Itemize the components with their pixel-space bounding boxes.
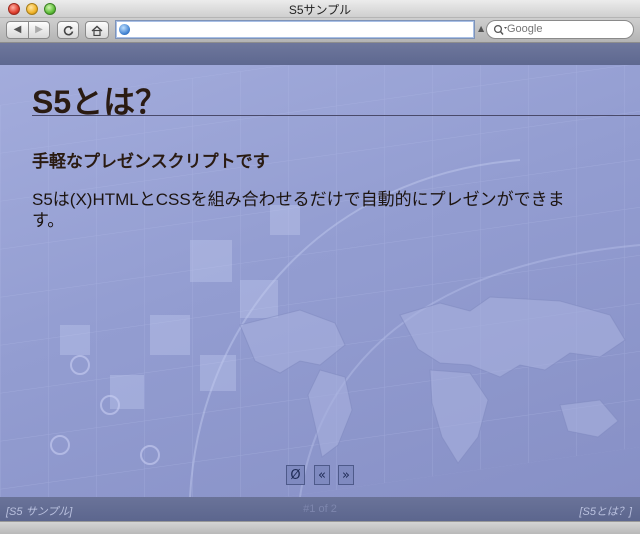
browser-toolbar: ◀ ▶ ▲ [0,18,640,43]
search-icon[interactable] [493,24,507,36]
forward-button[interactable]: ▶ [28,21,50,39]
home-button[interactable] [85,21,109,39]
slide-header-band [0,43,640,65]
title-divider [32,115,640,116]
home-icon [91,25,103,36]
search-field[interactable] [486,20,634,39]
reload-button[interactable] [57,21,79,39]
slide-footer: [S5 サンプル] #1 of 2 [S5とは？] [0,497,640,521]
next-slide-button[interactable]: » [338,465,354,485]
slide-body-text: S5は(X)HTMLとCSSを組み合わせるだけで自動的にプレゼンができます。 [32,190,565,230]
slide-title: S5とは？ [32,84,168,120]
slide: S5とは？ 手軽なプレゼンスクリプトです S5は(X)HTMLとCSSを組み合わ… [0,65,640,497]
address-bar[interactable] [115,20,475,39]
footer-slide-title: [S5とは？] [579,506,632,518]
site-globe-icon [119,24,130,35]
slide-background-art [0,65,640,497]
reload-icon [63,25,73,35]
search-input[interactable] [507,23,627,35]
address-dropdown-icon[interactable]: ▲ [478,24,484,33]
toggle-outline-button[interactable]: Ø [286,465,305,485]
window-title: S5サンプル [288,3,352,17]
window-titlebar[interactable]: S5サンプル [0,0,640,18]
slide-subtitle: 手軽なプレゼンスクリプトです [32,152,270,171]
previous-slide-button[interactable]: « [314,465,330,485]
slide-counter: #1 of 2 [303,503,337,515]
window-bottom-bar [0,521,640,534]
back-button[interactable]: ◀ [6,21,28,39]
